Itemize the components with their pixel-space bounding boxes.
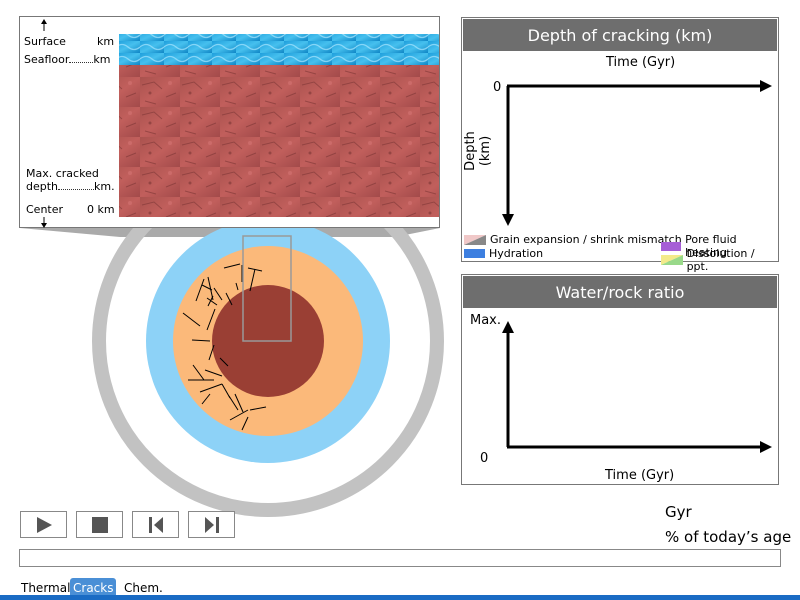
- cracked-depth-unit: km.: [94, 180, 115, 193]
- cracked-depth-value-blank[interactable]: [58, 180, 95, 190]
- legend-label-hydration: Hydration: [489, 247, 544, 260]
- gyr-label: Gyr: [665, 503, 692, 521]
- y-axis-arrow-icon: [502, 321, 514, 333]
- cracked-depth-label: Max. cracked: [26, 167, 99, 180]
- play-button[interactable]: [20, 511, 67, 538]
- depth-chart-panel: Depth of cracking (km) Time (Gyr) 0 Dept…: [461, 17, 779, 273]
- x-axis-arrow-icon: [760, 441, 772, 453]
- legend-item-dissolution: Dissolution / ppt.: [661, 247, 778, 273]
- step-back-icon: [148, 516, 163, 533]
- stop-icon: [91, 516, 108, 533]
- step-back-button[interactable]: [132, 511, 179, 538]
- surface-unit: km: [97, 35, 115, 48]
- x-axis-arrow-icon: [760, 80, 772, 92]
- hydration-swatch-icon: [464, 249, 485, 258]
- grain-swatch-icon: [464, 234, 486, 245]
- cracked-depth-label-2: depth: [26, 180, 59, 193]
- ocean-layer: [119, 34, 439, 65]
- seafloor-value-blank[interactable]: [69, 53, 94, 63]
- water-chart-axes: [502, 321, 772, 453]
- surface-label: Surface: [24, 35, 66, 48]
- legend-label-grain: Grain expansion / shrink mismatch: [490, 233, 682, 246]
- step-forward-icon: [204, 516, 219, 533]
- bottom-bar: [0, 595, 800, 600]
- stop-button[interactable]: [76, 511, 123, 538]
- legend-label-dissolution: Dissolution / ppt.: [686, 247, 755, 273]
- step-forward-button[interactable]: [188, 511, 235, 538]
- seafloor-unit: km: [93, 53, 111, 66]
- center-value: 0 km: [87, 203, 115, 216]
- age-label: % of today’s age: [665, 528, 792, 546]
- seafloor-label: Seafloor: [24, 53, 70, 66]
- water-chart-panel: Water/rock ratio Max. 0 Time (Gyr): [461, 274, 779, 485]
- play-icon: [36, 516, 52, 533]
- layer-zoom-panel: Surface km Seafloor km Max. cracked depth…: [19, 16, 440, 228]
- center-label: Center: [26, 203, 64, 216]
- down-arrow-icon: [41, 223, 47, 228]
- seafloor-row: Seafloor km: [24, 53, 114, 66]
- cracked-depth-row: depth km.: [26, 180, 116, 193]
- planet-view: Surface km Seafloor km Max. cracked depth…: [0, 0, 460, 520]
- legend-item-grain: Grain expansion / shrink mismatch: [464, 233, 682, 246]
- rock-layer: [119, 65, 439, 217]
- legend-item-hydration: Hydration: [464, 247, 543, 260]
- progress-bar[interactable]: [19, 549, 781, 567]
- depth-chart-axes: [502, 80, 772, 226]
- up-arrow-icon: [41, 19, 47, 24]
- dissolution-swatch-icon: [661, 255, 683, 265]
- layer-image: [41, 19, 439, 228]
- y-axis-arrow-icon: [502, 214, 514, 226]
